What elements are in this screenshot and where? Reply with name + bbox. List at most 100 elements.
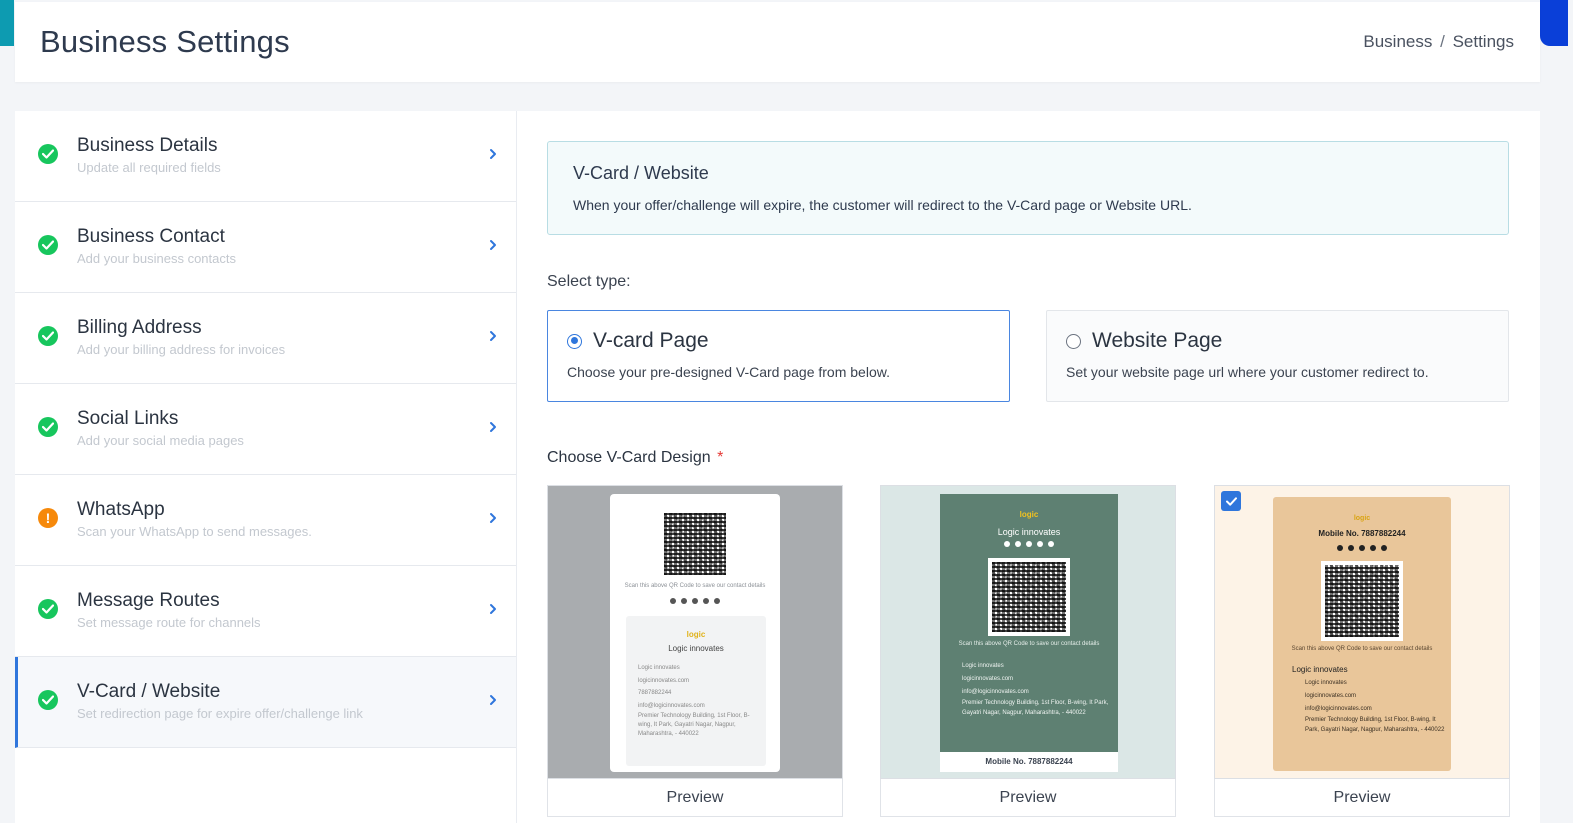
type-option-description: Choose your pre-designed V-Card page fro…	[567, 364, 890, 380]
company-name: Logic innovates	[668, 644, 724, 653]
type-option-description: Set your website page url where your cus…	[1066, 364, 1429, 380]
preview-button[interactable]: Preview	[547, 779, 843, 817]
vcard-mockup: Scan this above QR Code to save our cont…	[610, 494, 780, 772]
sidebar-item-title: Billing Address	[77, 317, 202, 338]
twitter-icon	[692, 598, 698, 604]
type-option-website-page[interactable]: Website Page Set your website page url w…	[1046, 310, 1509, 402]
breadcrumb-separator: /	[1440, 32, 1445, 51]
sidebar-item-subtitle: Scan your WhatsApp to send messages.	[77, 524, 312, 539]
contact-detail: Logic innovates	[638, 665, 680, 671]
settings-panel: Business Details Update all required fie…	[15, 111, 1540, 823]
sidebar-item-subtitle: Add your business contacts	[77, 251, 236, 266]
qr-code	[988, 558, 1070, 636]
social-icons	[1273, 545, 1451, 551]
mobile-number: Mobile No. 7887882244	[940, 752, 1118, 772]
chevron-right-icon	[490, 149, 496, 159]
sidebar-item-title: Business Contact	[77, 226, 225, 247]
google-icon	[714, 598, 720, 604]
sidebar-item-title: Message Routes	[77, 590, 220, 611]
vcard-design-1[interactable]: Scan this above QR Code to save our cont…	[547, 485, 843, 817]
contact-detail: logicinnovates.com	[962, 676, 1014, 682]
website-page-radio[interactable]	[1066, 333, 1081, 349]
instagram-icon	[1348, 545, 1354, 551]
sidebar-item-billing-address[interactable]: Billing Address Add your billing address…	[15, 293, 516, 384]
check-circle-icon	[38, 144, 58, 164]
type-option-vcard-page[interactable]: V-card Page Choose your pre-designed V-C…	[547, 310, 1010, 402]
sidebar-item-title: Business Details	[77, 135, 218, 156]
instagram-icon	[681, 598, 687, 604]
google-icon	[1381, 545, 1387, 551]
type-option-title: Website Page	[1092, 329, 1223, 352]
vcard-design-3[interactable]: logic Mobile No. 7887882244 Scan this ab…	[1214, 485, 1510, 817]
vcard-design-thumbnail[interactable]: Scan this above QR Code to save our cont…	[547, 485, 843, 779]
google-icon	[1048, 541, 1054, 547]
vcard-page-radio[interactable]	[567, 333, 582, 349]
check-circle-icon	[38, 690, 58, 710]
breadcrumb-current: Settings	[1452, 32, 1514, 51]
social-icons	[940, 541, 1118, 547]
scan-text: Scan this above QR Code to save our cont…	[958, 641, 1100, 647]
contact-detail: Premier Technology Building, 1st Floor, …	[1305, 717, 1445, 733]
contact-detail: Premier Technology Building, 1st Floor, …	[638, 713, 750, 737]
page-title: Business Settings	[40, 24, 290, 59]
sidebar-item-business-details[interactable]: Business Details Update all required fie…	[15, 111, 516, 202]
qr-code	[1321, 561, 1403, 641]
page-header: Business Settings Business / Settings	[15, 2, 1540, 82]
sidebar-item-subtitle: Add your billing address for invoices	[77, 342, 286, 357]
preview-button[interactable]: Preview	[1214, 779, 1510, 817]
info-text: When your offer/challenge will expire, t…	[573, 197, 1192, 213]
right-edge-accent	[1540, 0, 1568, 46]
required-mark: *	[717, 449, 724, 466]
contact-detail: logicinnovates.com	[638, 677, 690, 684]
vcard-mockup: logic Mobile No. 7887882244 Scan this ab…	[1273, 497, 1451, 771]
contact-detail: info@logicinnovates.com	[1305, 706, 1372, 712]
sidebar-item-subtitle: Set redirection page for expire offer/ch…	[77, 706, 363, 721]
vcard-design-2[interactable]: logic Logic innovates Scan this above QR…	[880, 485, 1176, 817]
sidebar-item-vcard-website[interactable]: V-Card / Website Set redirection page fo…	[15, 657, 516, 748]
breadcrumb-business-link[interactable]: Business	[1363, 32, 1432, 51]
vcard-design-thumbnail[interactable]: logic Logic innovates Scan this above QR…	[880, 485, 1176, 779]
check-circle-icon	[38, 326, 58, 346]
contact-block: logic Logic innovates Logic innovates lo…	[626, 616, 766, 766]
sidebar-item-title: V-Card / Website	[77, 681, 221, 702]
breadcrumb: Business / Settings	[1363, 32, 1514, 52]
contact-detail: info@logicinnovates.com	[638, 702, 705, 709]
sidebar-item-title: WhatsApp	[77, 499, 165, 520]
chevron-right-icon	[490, 422, 496, 432]
contact-details: Logic innovates logicinnovates.com info@…	[1305, 677, 1445, 735]
check-circle-icon	[38, 417, 58, 437]
exclamation-circle-icon: !	[38, 508, 58, 528]
vcard-mockup: logic Logic innovates Scan this above QR…	[940, 494, 1118, 772]
scan-text: Scan this above QR Code to save our cont…	[624, 583, 766, 589]
chevron-right-icon	[490, 604, 496, 614]
qr-code	[660, 509, 730, 579]
social-icons	[610, 598, 780, 604]
check-circle-icon	[38, 235, 58, 255]
preview-button[interactable]: Preview	[880, 779, 1176, 817]
company-name: Logic innovates	[997, 527, 1061, 537]
logo-text: logic	[686, 630, 706, 639]
instagram-icon	[1015, 541, 1021, 547]
contact-detail: Logic innovates	[1305, 680, 1347, 686]
sidebar-item-message-routes[interactable]: Message Routes Set message route for cha…	[15, 566, 516, 657]
contact-detail: Logic innovates	[962, 663, 1004, 669]
facebook-icon	[1337, 545, 1343, 551]
check-icon[interactable]	[1221, 491, 1241, 511]
contact-detail: info@logicinnovates.com	[962, 689, 1029, 695]
contact-details: Logic innovates logicinnovates.com info@…	[962, 660, 1112, 718]
facebook-icon	[1004, 541, 1010, 547]
sidebar-item-whatsapp[interactable]: ! WhatsApp Scan your WhatsApp to send me…	[15, 475, 516, 566]
left-edge-accent	[0, 0, 14, 46]
contact-detail: 7887882244	[638, 690, 672, 696]
sidebar-item-business-contact[interactable]: Business Contact Add your business conta…	[15, 202, 516, 293]
choose-design-text: Choose V-Card Design	[547, 449, 711, 466]
sidebar-item-social-links[interactable]: Social Links Add your social media pages	[15, 384, 516, 475]
info-title: V-Card / Website	[573, 163, 709, 183]
scan-text: Scan this above QR Code to save our cont…	[1291, 646, 1433, 652]
sidebar-item-subtitle: Add your social media pages	[77, 433, 244, 448]
logo-text: logic	[1353, 515, 1371, 522]
mobile-number: Mobile No. 7887882244	[1318, 529, 1406, 538]
choose-design-label: Choose V-Card Design *	[547, 449, 723, 467]
vcard-design-thumbnail[interactable]: logic Mobile No. 7887882244 Scan this ab…	[1214, 485, 1510, 779]
contact-detail: Premier Technology Building, 1st Floor, …	[962, 700, 1109, 716]
